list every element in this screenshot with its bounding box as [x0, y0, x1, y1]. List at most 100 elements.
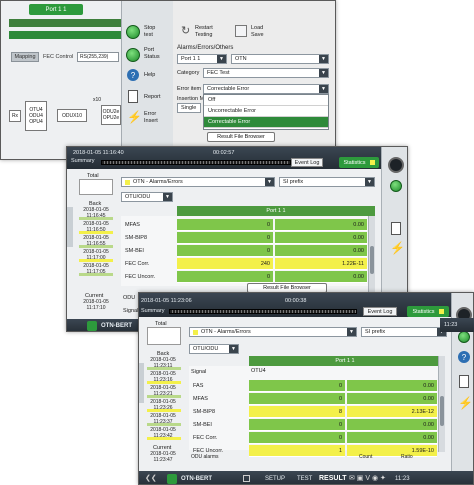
dropdown-option-correctable[interactable]: Correctable Error [204, 117, 328, 128]
row-label: FEC Corr. [193, 435, 218, 441]
result-tab[interactable]: RESULT [319, 475, 346, 482]
collapse-handle[interactable] [67, 207, 73, 247]
row-rate: 0.00 [347, 432, 437, 444]
app-name: OTN-BERT [181, 476, 212, 482]
level-select[interactable]: OTU/ODU ▼ [189, 344, 239, 354]
error-insert-icon[interactable]: ⚡ [390, 242, 405, 255]
restart-icon[interactable]: ↻ [181, 25, 194, 38]
report-label: Report [144, 94, 161, 100]
table-scrollbar[interactable] [438, 356, 445, 452]
restart-testing-label: Restart Testing [195, 25, 213, 38]
chevron-down-icon: ▼ [319, 55, 328, 63]
current-timestamp[interactable]: 2018-01-05 11:17:10 [77, 299, 115, 311]
collapse-handle[interactable] [139, 363, 144, 403]
time-column: Total Back 2018-01-05 11:23:11 2018-01-0… [143, 321, 183, 481]
collapse-arrow-icon[interactable]: ❮❮ [145, 474, 157, 482]
top-strip-2 [9, 31, 121, 39]
timeline-bar [79, 245, 113, 248]
otu-block: OTU4 ODU4 OPU4 [25, 101, 47, 131]
mapping-button[interactable]: Mapping [11, 52, 39, 62]
port-select-value: Port 1 1 [181, 56, 201, 62]
right-edge-bar: 11:23 [440, 318, 474, 332]
level-select[interactable]: OTU/ODU ▼ [121, 192, 173, 202]
odu-label: ODU [123, 295, 136, 301]
time-column: Total Back 2018-01-05 11:16:45 2018-01-0… [77, 173, 115, 331]
current-timestamp[interactable]: 2018-01-05 11:23:47 [143, 451, 183, 463]
app-name: OTN-BERT [101, 323, 132, 329]
top-strip-1 [9, 19, 121, 27]
category-select[interactable]: OTN - Alarms/Errors ▼ [189, 327, 357, 337]
help-icon[interactable]: ? [127, 69, 139, 81]
status-square-icon [369, 160, 375, 165]
prefix-select[interactable]: SI prefix ▼ [279, 177, 375, 187]
dropdown-option-uncorrectable[interactable]: Uncorrectable Error [204, 106, 328, 117]
scrollbar-thumb[interactable] [370, 246, 374, 274]
row-count: 0 [249, 432, 345, 444]
timeline-bar [147, 409, 181, 412]
port-tab[interactable]: Port 1 1 [29, 4, 83, 15]
event-log-button[interactable]: Event Log [363, 307, 397, 316]
summary-tab[interactable]: Summary [141, 308, 165, 314]
row-count: 0 [249, 380, 345, 392]
port-status-icon[interactable] [126, 48, 140, 62]
load-save-icon[interactable] [235, 25, 247, 37]
test-tab[interactable]: TEST [297, 476, 312, 482]
app-icon[interactable] [87, 321, 97, 331]
total-box[interactable] [147, 327, 181, 345]
prefix-select[interactable]: SI prefix ▼ [361, 327, 447, 337]
status-icon[interactable] [458, 331, 470, 343]
dropdown-option-off[interactable]: Off [204, 95, 328, 106]
report-icon[interactable] [459, 375, 469, 388]
error-insert-icon[interactable]: ⚡ [127, 111, 142, 124]
category-select[interactable]: OTN - Alarms/Errors ▼ [121, 177, 275, 187]
row-count: 0 [177, 232, 273, 244]
error-item-select[interactable]: Correctable Error ▼ [203, 84, 329, 94]
row-label: MFAS [193, 396, 208, 402]
elapsed-time: 00:02:57 [213, 150, 235, 156]
app-icon[interactable] [167, 474, 177, 484]
x10-label: x10 [93, 97, 102, 103]
datetime: 2018-01-05 11:23:06 [141, 298, 192, 304]
result-file-browser-button[interactable]: Result File Browser [207, 132, 275, 142]
summary-tab[interactable]: Summary [71, 158, 95, 164]
signal-label: Signal [123, 308, 139, 314]
scrollbar-thumb[interactable] [440, 396, 444, 426]
status-square-icon [125, 179, 130, 185]
right-edge-time: 11:23 [444, 322, 458, 328]
insertion-mode-select[interactable]: Single [177, 103, 201, 113]
statistics-button[interactable]: Statistics [407, 306, 449, 317]
total-box[interactable] [79, 179, 113, 195]
datetime: 2018-01-05 11:16:40 [73, 150, 124, 156]
row-rate: 0.00 [347, 380, 437, 392]
window-statistics-2: 2018-01-05 11:23:06 00:00:38 Summary Eve… [138, 292, 474, 485]
report-icon[interactable] [128, 90, 138, 103]
chevron-down-icon: ▼ [265, 178, 274, 186]
status-icon[interactable] [390, 180, 402, 192]
stop-icon[interactable] [388, 157, 404, 173]
help-icon[interactable]: ? [458, 351, 470, 363]
stop-test-icon[interactable] [126, 25, 140, 39]
statistics-button[interactable]: Statistics [339, 157, 379, 168]
report-icon[interactable] [391, 222, 401, 235]
category-select[interactable]: FEC Test ▼ [203, 68, 329, 78]
port-header: Port 1 1 [177, 206, 375, 216]
fec-control-field[interactable]: RS(255,239) [77, 52, 119, 62]
error-insert-icon[interactable]: ⚡ [458, 397, 473, 410]
layer-select[interactable]: OTN ▼ [231, 54, 329, 64]
event-log-button[interactable]: Event Log [291, 158, 323, 167]
timeline-bar [79, 231, 113, 234]
row-label: FEC Corr. [125, 261, 150, 267]
odux-block: ODUX10 [57, 109, 87, 122]
row-count: 8 [249, 406, 345, 418]
grid-icon[interactable] [243, 475, 250, 482]
chevron-down-icon: ▼ [347, 328, 356, 336]
setup-tab[interactable]: SETUP [265, 476, 285, 482]
left-panel: Port 1 1 Mapping FEC Control RS(255,239)… [1, 1, 121, 159]
timeline-bar [79, 259, 113, 262]
port-select[interactable]: Port 1 1 ▼ [177, 54, 227, 64]
row-label: FAS [193, 383, 204, 389]
row-count: 1 [249, 445, 345, 457]
status-icons: ✉ ▣ V ◉ ✦ [349, 475, 386, 482]
category-select-value: OTN - Alarms/Errors [133, 179, 183, 185]
row-label: FEC Uncorr. [125, 274, 156, 280]
